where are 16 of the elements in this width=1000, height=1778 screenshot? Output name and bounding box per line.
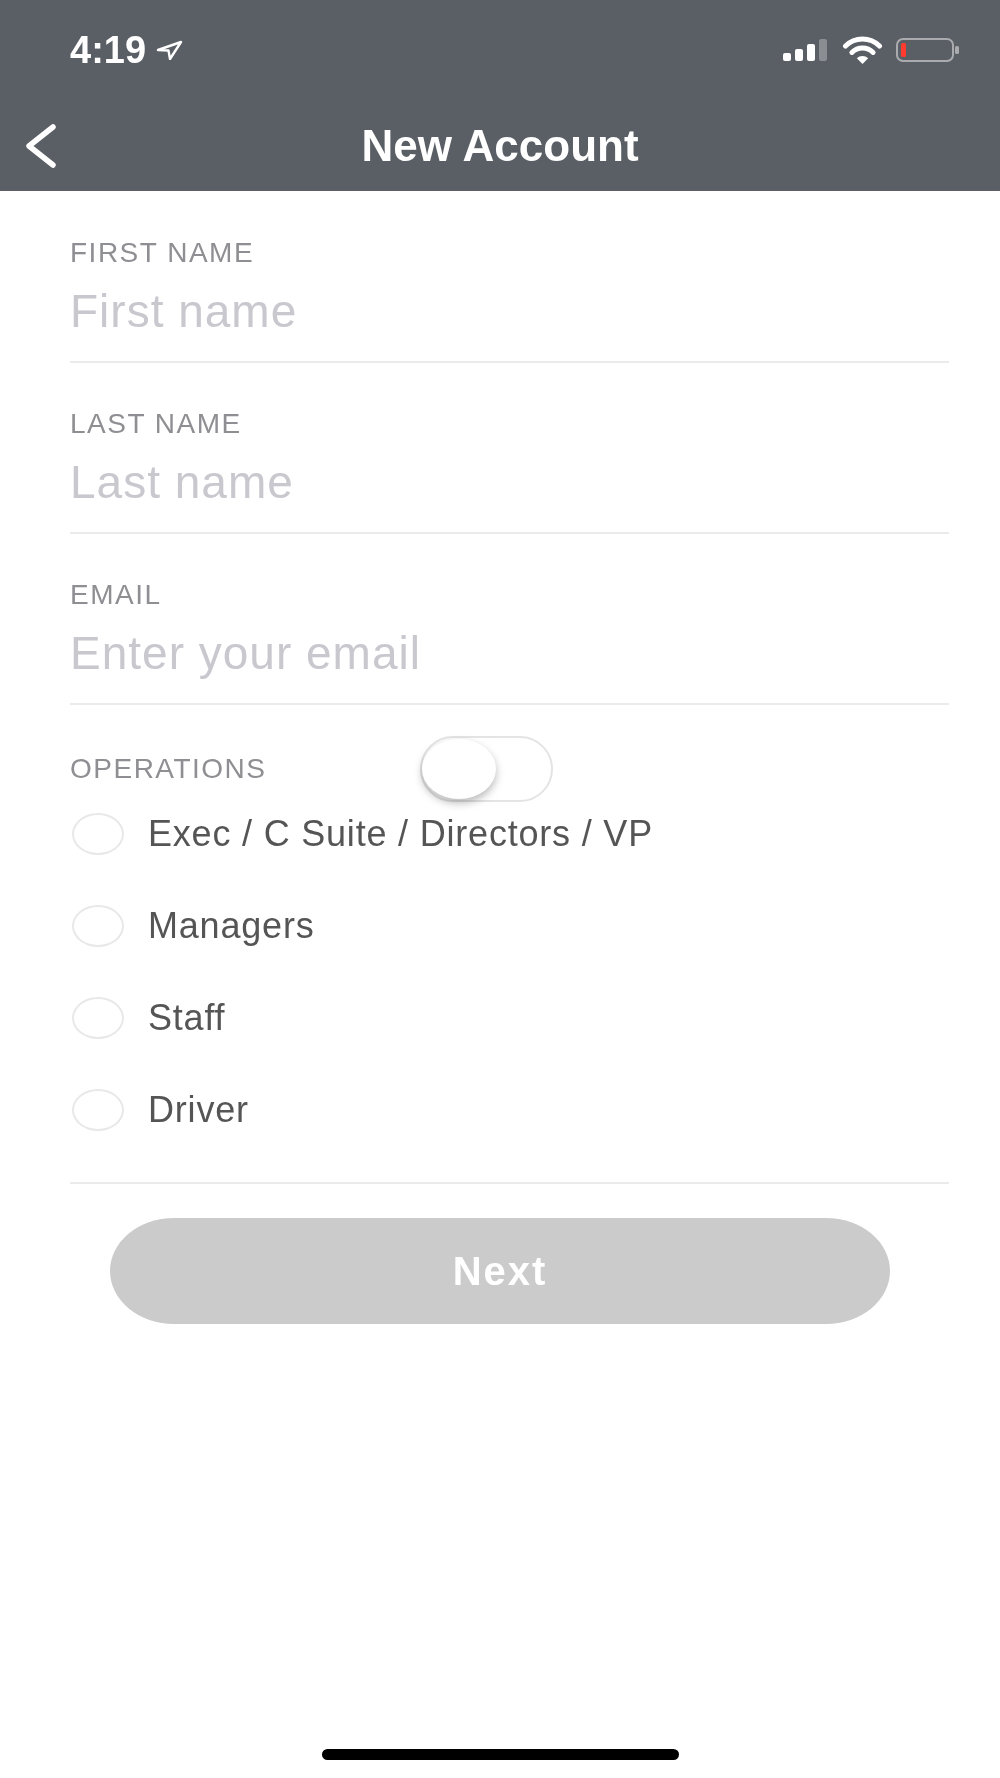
battery-icon — [896, 38, 960, 62]
option-label: Managers — [148, 905, 315, 947]
section-label: OPERATIONS — [70, 753, 267, 784]
signal-icon — [783, 39, 828, 61]
option-label: Driver — [148, 1089, 249, 1131]
option-label: Staff — [148, 997, 226, 1039]
toggle-switch[interactable] — [420, 736, 553, 802]
field-label: FIRST NAME — [70, 236, 255, 270]
back-icon[interactable] — [24, 122, 58, 169]
wifi-icon — [842, 35, 883, 65]
field-label: EMAIL — [70, 578, 162, 612]
field-label: LAST NAME — [70, 407, 242, 441]
status-time: 4:19 — [70, 28, 147, 72]
location-arrow-icon — [156, 40, 184, 60]
screen-title: New Account — [361, 119, 639, 172]
option-label: Exec / C Suite / Directors / VP — [148, 813, 653, 855]
